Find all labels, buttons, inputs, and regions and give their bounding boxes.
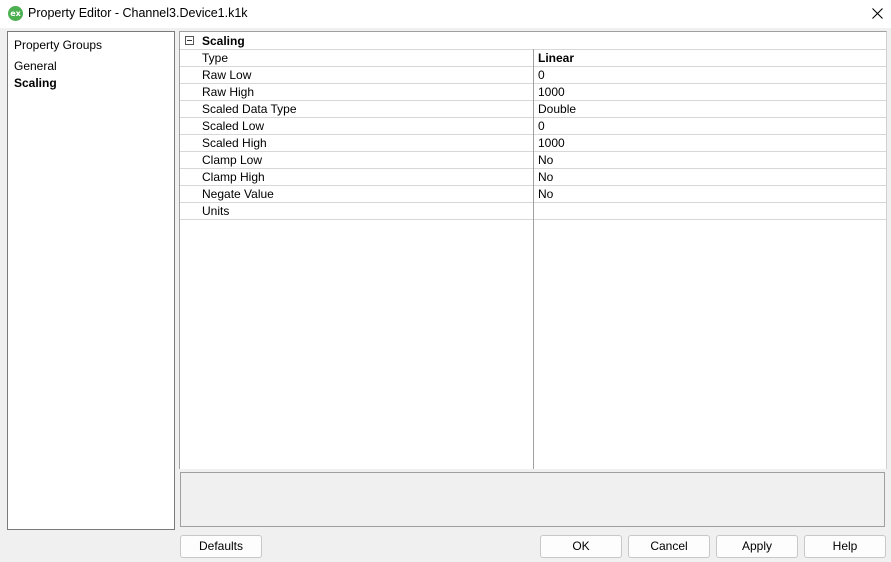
property-name: Scaled Low xyxy=(202,119,265,133)
defaults-button[interactable]: Defaults xyxy=(180,535,262,558)
property-value[interactable]: 1000 xyxy=(538,136,565,150)
group-item-general[interactable]: General xyxy=(14,59,57,73)
cancel-button[interactable]: Cancel xyxy=(628,535,710,558)
group-item-scaling[interactable]: Scaling xyxy=(14,76,57,90)
group-header-scaling: Scaling xyxy=(180,32,886,50)
collapse-icon[interactable] xyxy=(185,36,194,45)
property-name: Clamp Low xyxy=(202,153,263,167)
title-bar: ex Property Editor - Channel3.Device1.k1… xyxy=(0,0,891,28)
property-name: Raw Low xyxy=(202,68,252,82)
property-value[interactable]: 1000 xyxy=(538,85,565,99)
app-icon: ex xyxy=(8,6,23,21)
property-editor-window: ex Property Editor - Channel3.Device1.k1… xyxy=(0,0,891,562)
apply-button[interactable]: Apply xyxy=(716,535,798,558)
property-name: Scaled High xyxy=(202,136,267,150)
property-description-panel xyxy=(180,472,885,527)
property-grid: Scaling Type Linear Raw Low 0 Raw High 1… xyxy=(179,31,887,469)
property-groups-panel: Property Groups General Scaling xyxy=(7,31,175,530)
help-button[interactable]: Help xyxy=(804,535,886,558)
property-value[interactable]: No xyxy=(538,170,553,184)
property-value[interactable]: 0 xyxy=(538,68,545,82)
property-name: Clamp High xyxy=(202,170,265,184)
property-value[interactable]: 0 xyxy=(538,119,545,133)
property-value[interactable]: Linear xyxy=(538,51,574,65)
property-name: Negate Value xyxy=(202,187,274,201)
property-value[interactable]: No xyxy=(538,187,553,201)
property-name: Type xyxy=(202,51,229,65)
close-button[interactable] xyxy=(863,0,891,28)
column-splitter[interactable] xyxy=(533,49,534,469)
property-value[interactable]: No xyxy=(538,153,553,167)
property-name: Raw High xyxy=(202,85,255,99)
property-name: Units xyxy=(202,204,230,218)
property-groups-header: Property Groups xyxy=(14,38,103,52)
ok-button[interactable]: OK xyxy=(540,535,622,558)
window-title: Property Editor - Channel3.Device1.k1k xyxy=(28,6,248,20)
group-title: Scaling xyxy=(202,34,245,48)
close-icon xyxy=(872,8,883,19)
property-value[interactable]: Double xyxy=(538,102,576,116)
property-name: Scaled Data Type xyxy=(202,102,297,116)
